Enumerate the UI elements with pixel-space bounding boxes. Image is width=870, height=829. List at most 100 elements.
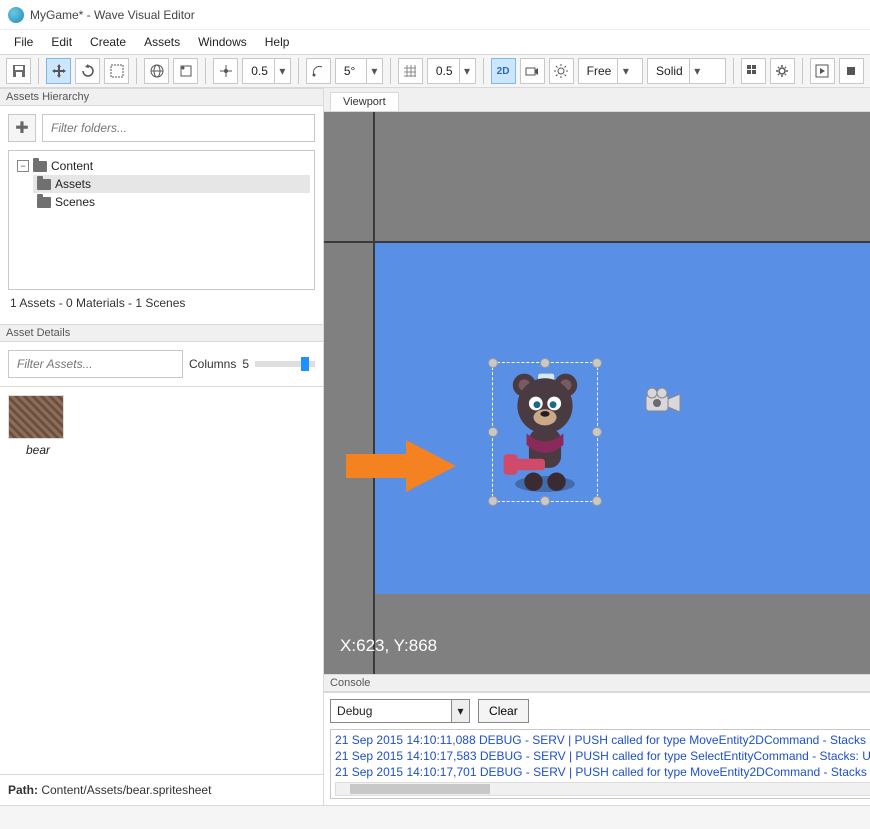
scene-canvas <box>374 242 870 594</box>
shading-select[interactable]: Solid▾ <box>647 58 726 84</box>
snap-rotate-value[interactable]: 5°▾ <box>335 58 383 84</box>
resize-handle[interactable] <box>592 358 602 368</box>
tab-viewport[interactable]: Viewport <box>330 92 399 111</box>
snap-move-button[interactable] <box>213 58 238 84</box>
console-panel-label: Console <box>324 674 870 692</box>
scale-tool-button[interactable] <box>104 58 129 84</box>
bear-sprite <box>499 369 591 496</box>
mode-2d-button[interactable]: 2D <box>491 58 516 84</box>
viewport[interactable]: X:623, Y:868 <box>324 112 870 674</box>
resize-handle[interactable] <box>540 358 550 368</box>
pivot-button[interactable] <box>173 58 198 84</box>
menu-edit[interactable]: Edit <box>43 33 80 51</box>
globe-button[interactable] <box>144 58 169 84</box>
menu-file[interactable]: File <box>6 33 41 51</box>
separator <box>483 58 484 84</box>
console-horizontal-scrollbar[interactable] <box>335 782 870 796</box>
resize-handle[interactable] <box>488 358 498 368</box>
snap-grid-button[interactable] <box>398 58 423 84</box>
console-level-select[interactable]: Debug ▾ <box>330 699 470 723</box>
console-list[interactable]: 21 Sep 2015 14:10:11,088 DEBUG - SERV | … <box>330 729 870 799</box>
resize-handle[interactable] <box>488 427 498 437</box>
resize-handle[interactable] <box>592 496 602 506</box>
filter-assets-input[interactable] <box>8 350 183 378</box>
chevron-down-icon: ▾ <box>459 59 475 83</box>
camera-settings-button[interactable] <box>520 58 545 84</box>
chevron-down-icon: ▾ <box>617 59 633 83</box>
separator <box>802 58 803 84</box>
tree-label: Assets <box>55 177 91 191</box>
hierarchy-status: 1 Assets - 0 Materials - 1 Scenes <box>8 290 315 316</box>
asset-path: Path: Content/Assets/bear.spritesheet <box>0 774 323 805</box>
save-button[interactable] <box>6 58 31 84</box>
folder-icon <box>33 161 47 172</box>
status-bar <box>0 805 870 829</box>
folder-icon <box>37 179 51 190</box>
resize-handle[interactable] <box>488 496 498 506</box>
columns-label: Columns <box>189 357 236 371</box>
selected-entity[interactable] <box>492 362 598 502</box>
separator <box>390 58 391 84</box>
axis-vertical <box>373 112 375 674</box>
play-button[interactable] <box>810 58 835 84</box>
snap-grid-value[interactable]: 0.5▾ <box>427 58 476 84</box>
hierarchy-panel-label: Assets Hierarchy <box>0 88 323 106</box>
snap-rotate-button[interactable] <box>306 58 331 84</box>
viewport-tabstrip: Viewport <box>324 88 870 112</box>
console-clear-button[interactable]: Clear <box>478 699 529 723</box>
separator <box>205 58 206 84</box>
settings-button[interactable] <box>770 58 795 84</box>
console-line: 21 Sep 2015 14:10:11,088 DEBUG - SERV | … <box>335 732 870 748</box>
tree-row-content[interactable]: − Content <box>13 157 310 175</box>
grid-view-button[interactable] <box>741 58 766 84</box>
annotation-arrow-icon <box>346 440 456 492</box>
console-panel: Debug ▾ Clear 21 Sep 2015 14:10:11,088 D… <box>324 692 870 805</box>
stop-button[interactable] <box>839 58 864 84</box>
filter-folders-input[interactable] <box>42 114 315 142</box>
asset-thumbnail <box>8 395 64 439</box>
app-icon <box>8 7 24 23</box>
snap-move-value[interactable]: 0.5▾ <box>242 58 291 84</box>
menu-windows[interactable]: Windows <box>190 33 255 51</box>
folder-icon <box>37 197 51 208</box>
move-tool-button[interactable] <box>46 58 71 84</box>
axis-horizontal <box>324 241 870 243</box>
toolbar: 0.5▾ 5°▾ 0.5▾ 2D Free▾ Solid▾ <box>0 54 870 88</box>
expand-icon[interactable]: − <box>17 160 29 172</box>
menu-help[interactable]: Help <box>257 33 298 51</box>
tree-label: Content <box>51 159 93 173</box>
chevron-down-icon: ▾ <box>274 59 290 83</box>
title-bar: MyGame* - Wave Visual Editor <box>0 0 870 30</box>
asset-name: bear <box>8 443 68 457</box>
chevron-down-icon: ▾ <box>689 59 705 83</box>
chevron-down-icon: ▾ <box>451 700 469 722</box>
separator <box>298 58 299 84</box>
resize-handle[interactable] <box>540 496 550 506</box>
camera-gizmo-icon[interactable] <box>644 387 684 417</box>
resize-handle[interactable] <box>592 427 602 437</box>
tree-row-scenes[interactable]: Scenes <box>33 193 310 211</box>
asset-grid[interactable]: bear <box>0 386 323 774</box>
menu-bar: File Edit Create Assets Windows Help <box>0 30 870 54</box>
menu-assets[interactable]: Assets <box>136 33 188 51</box>
separator <box>733 58 734 84</box>
console-line: 21 Sep 2015 14:10:17,701 DEBUG - SERV | … <box>335 764 870 780</box>
menu-create[interactable]: Create <box>82 33 134 51</box>
columns-slider[interactable] <box>255 361 315 367</box>
details-panel-label: Asset Details <box>0 324 323 342</box>
separator <box>136 58 137 84</box>
cursor-coordinates: X:623, Y:868 <box>340 636 437 656</box>
console-line: 21 Sep 2015 14:10:17,583 DEBUG - SERV | … <box>335 748 870 764</box>
add-folder-button[interactable]: ✚ <box>8 114 36 142</box>
folder-tree[interactable]: − Content Assets Scenes <box>8 150 315 290</box>
separator <box>38 58 39 84</box>
tree-label: Scenes <box>55 195 95 209</box>
asset-item-bear[interactable]: bear <box>8 395 68 457</box>
columns-value: 5 <box>242 357 249 371</box>
rotate-tool-button[interactable] <box>75 58 100 84</box>
window-title: MyGame* - Wave Visual Editor <box>30 8 195 22</box>
tree-row-assets[interactable]: Assets <box>33 175 310 193</box>
light-button[interactable] <box>549 58 574 84</box>
camera-mode-select[interactable]: Free▾ <box>578 58 643 84</box>
chevron-down-icon: ▾ <box>366 59 382 83</box>
